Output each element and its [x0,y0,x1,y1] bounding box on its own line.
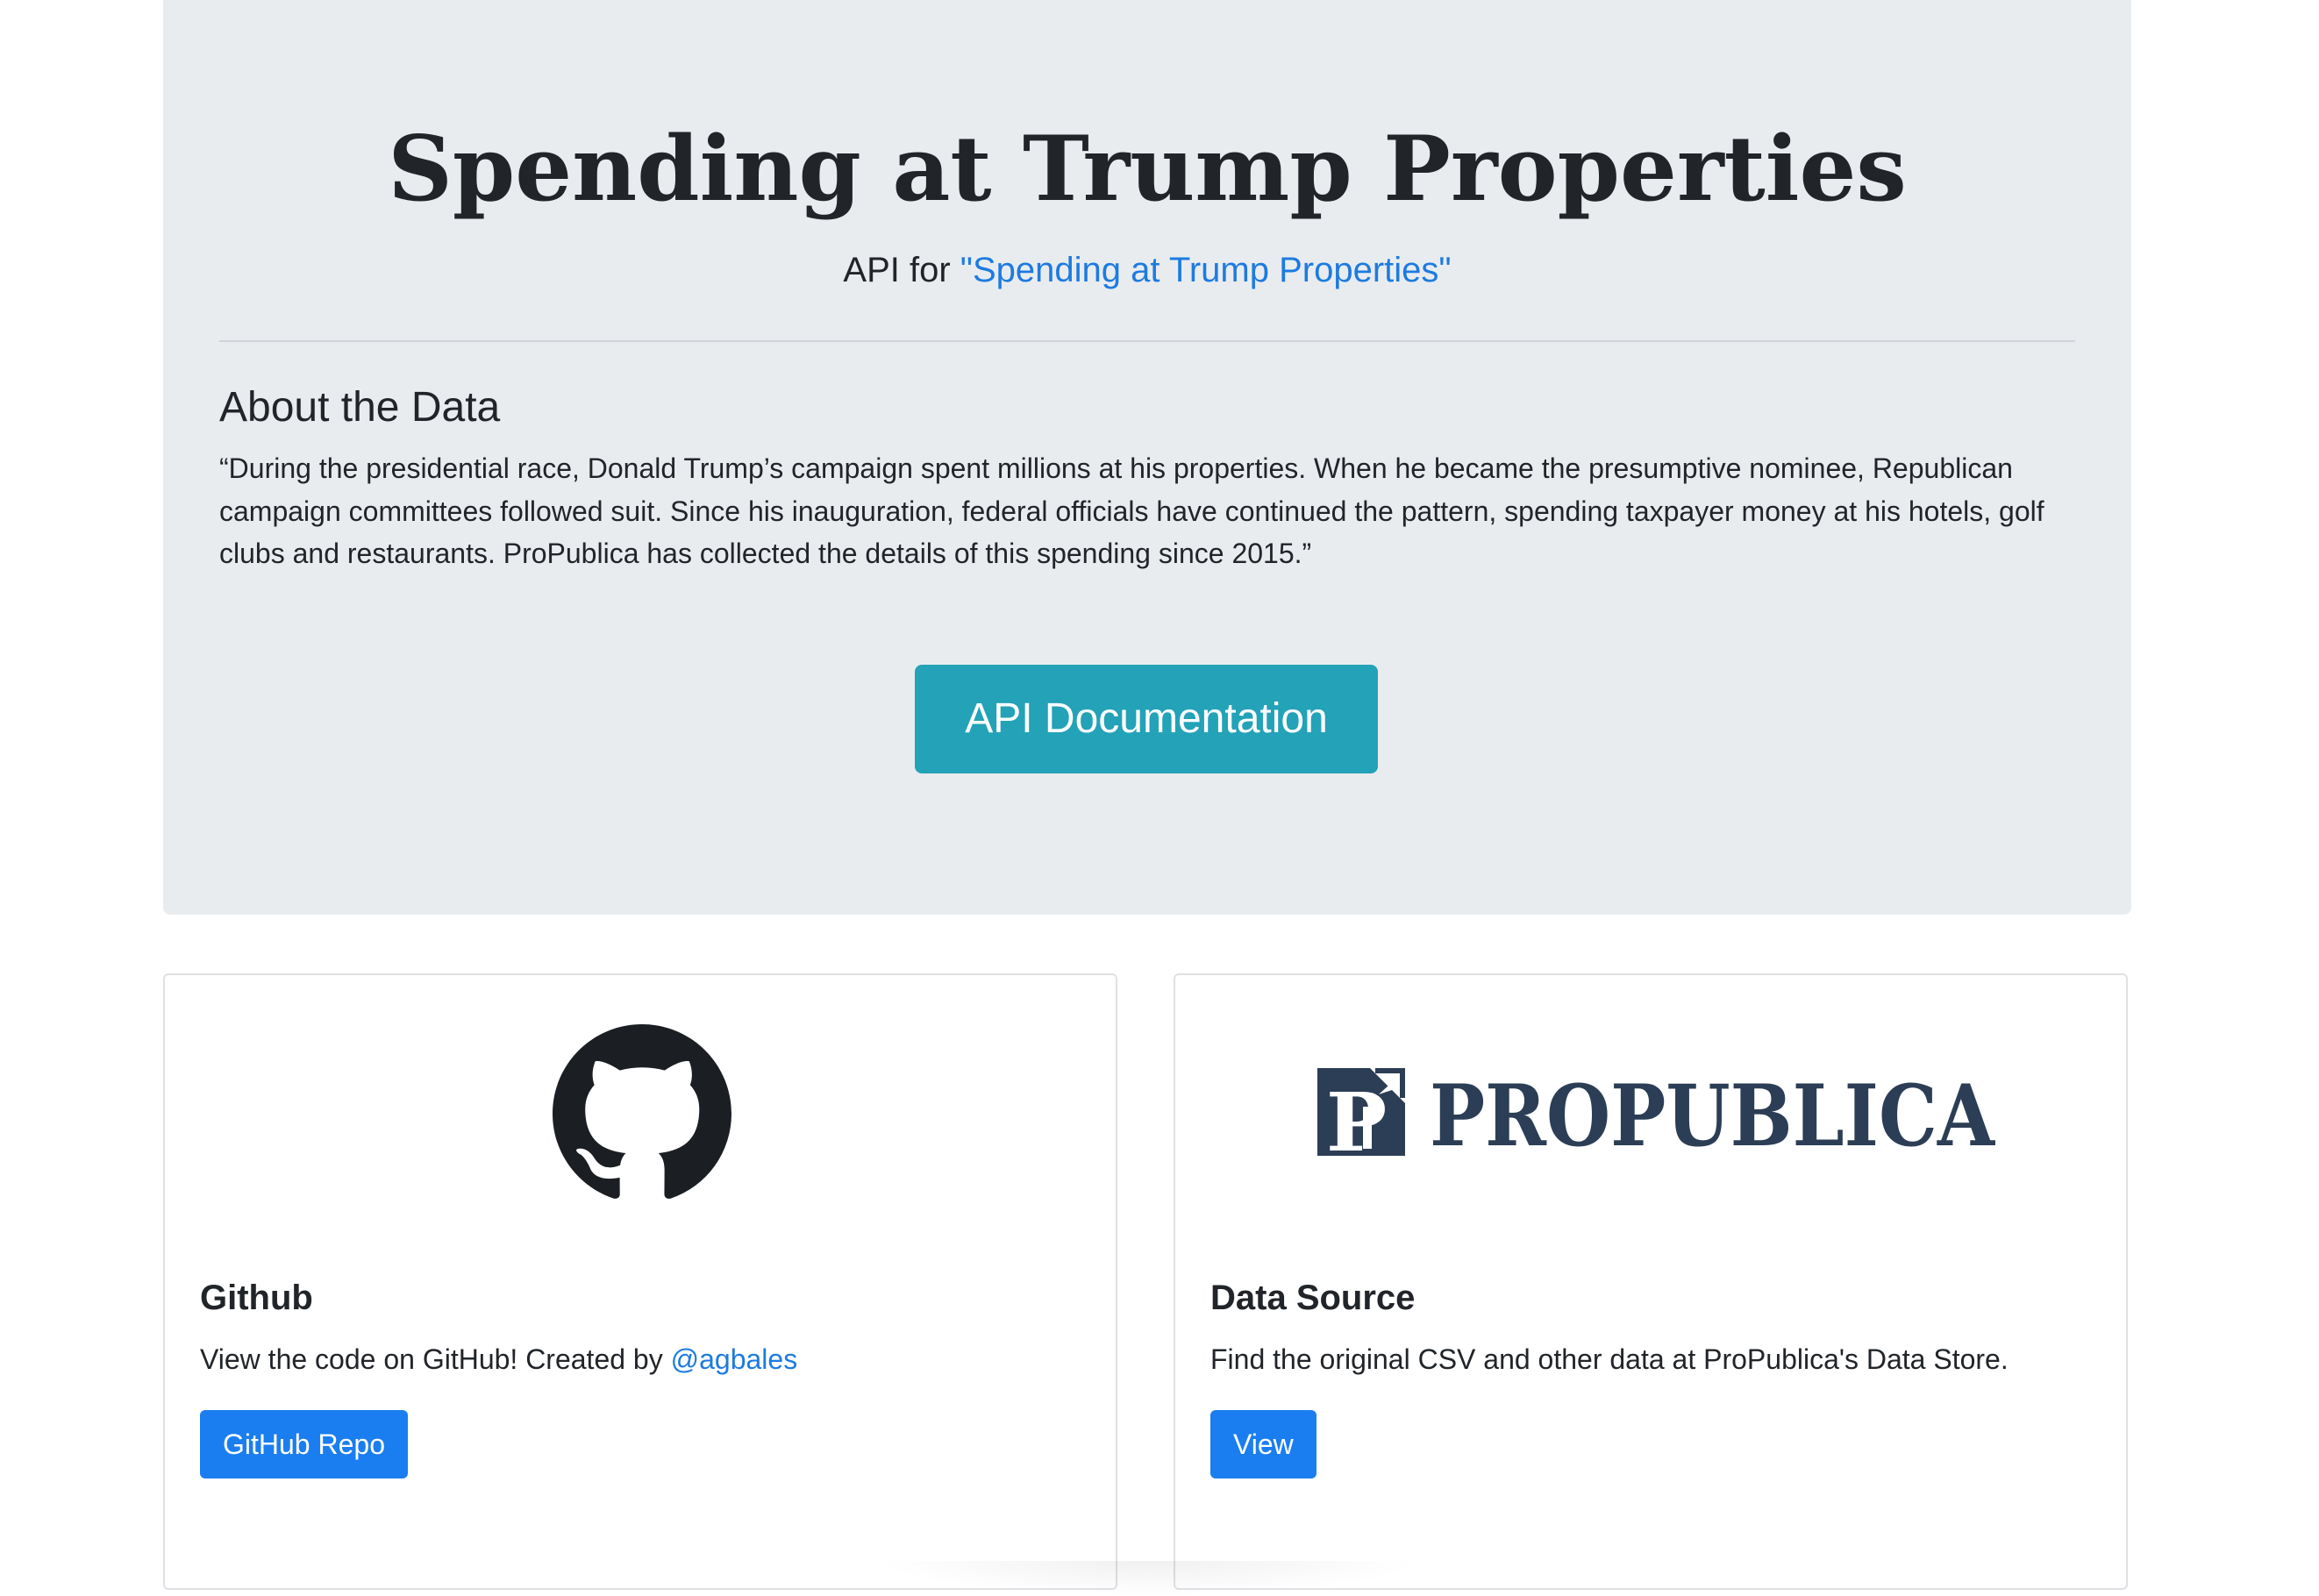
scroll-shadow [877,1561,1421,1596]
github-card-title: Github [200,1279,313,1317]
propublica-mark-icon: P [1317,1068,1405,1161]
author-link[interactable]: @agbales [671,1343,798,1375]
hero-section: Spending at Trump Properties API for "Sp… [163,0,2131,915]
data-source-card: P PROPUBLICA Data Source Find the origin… [1174,973,2128,1590]
propublica-wordmark: PROPUBLICA [1430,1066,1995,1161]
data-source-card-text: Find the original CSV and other data at … [1210,1343,2009,1375]
github-card-text: View the code on GitHub! Created by @agb… [200,1340,797,1379]
page-title: Spending at Trump Properties [388,117,1907,222]
api-documentation-button[interactable]: API Documentation [915,665,1378,773]
github-card: Github View the code on GitHub! Created … [163,973,1117,1590]
hero-divider [219,340,2075,342]
about-heading: About the Data [219,384,501,431]
propublica-logo: P PROPUBLICA [1317,1066,1995,1161]
page-subtitle: API for "Spending at Trump Properties" [163,247,2131,293]
github-card-text-prefix: View the code on GitHub! Created by [200,1343,671,1375]
subtitle-prefix: API for [843,251,960,289]
github-repo-button[interactable]: GitHub Repo [200,1410,408,1478]
view-button[interactable]: View [1210,1410,1316,1478]
about-text: “During the presidential race, Donald Tr… [219,452,2044,569]
github-octocat-icon [553,1024,731,1199]
data-source-card-title: Data Source [1210,1279,1416,1317]
svg-text:P: P [1326,1075,1387,1161]
subtitle-link[interactable]: "Spending at Trump Properties" [960,251,1452,289]
